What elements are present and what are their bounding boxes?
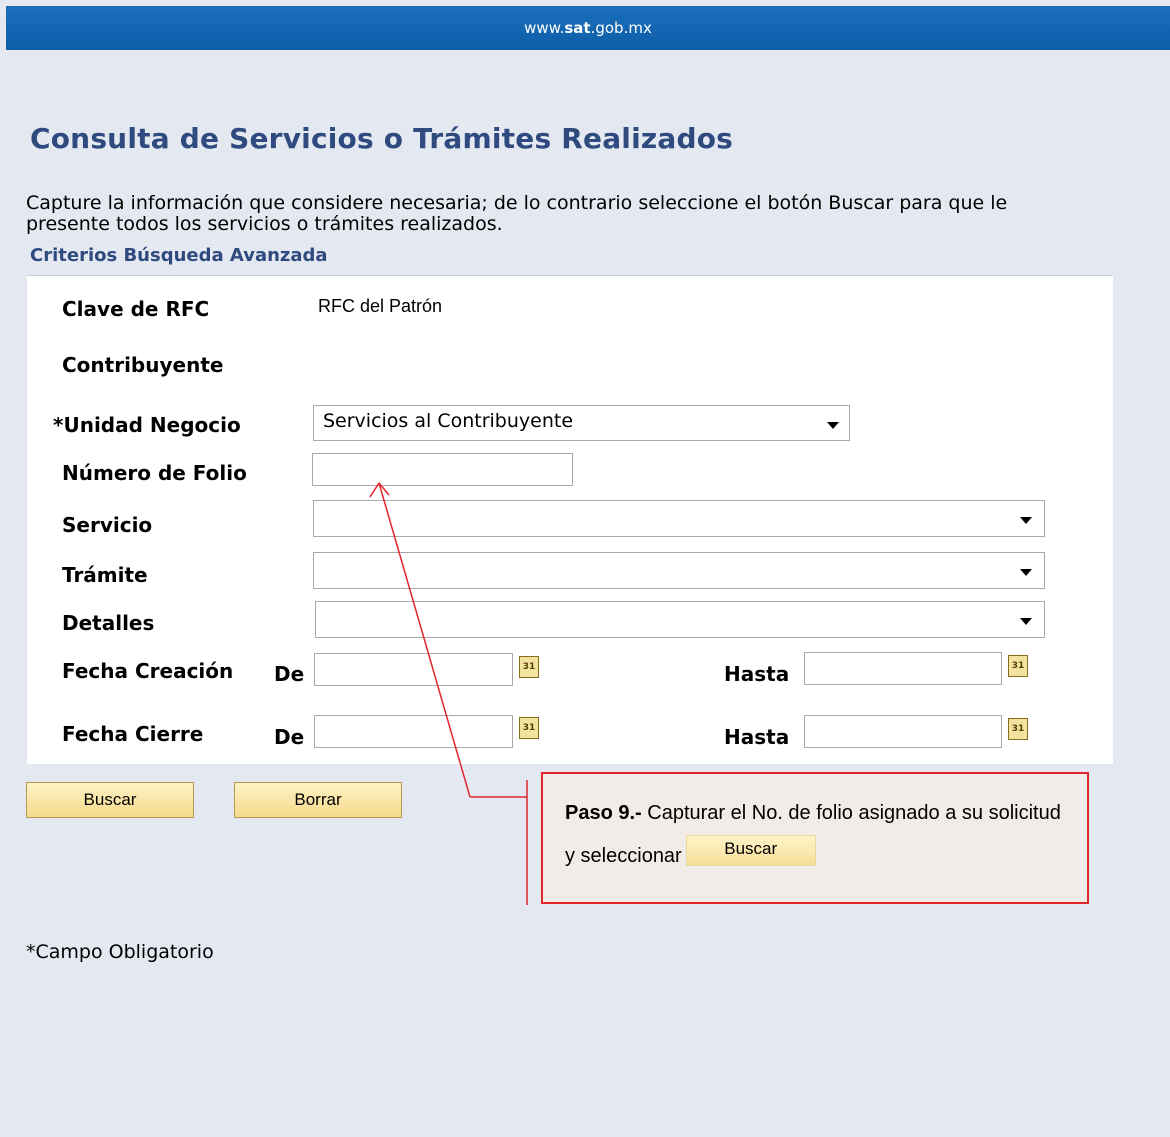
step-callout: Paso 9.- Capturar el No. de folio asigna… (541, 772, 1089, 904)
annotation-arrow (369, 482, 528, 905)
required-field-note: *Campo Obligatorio (26, 941, 214, 963)
callout-buscar-button: Buscar (685, 835, 816, 866)
callout-step-label: Paso 9.- (565, 802, 642, 824)
callout-text: Paso 9.- Capturar el No. de folio asigna… (565, 792, 1075, 878)
